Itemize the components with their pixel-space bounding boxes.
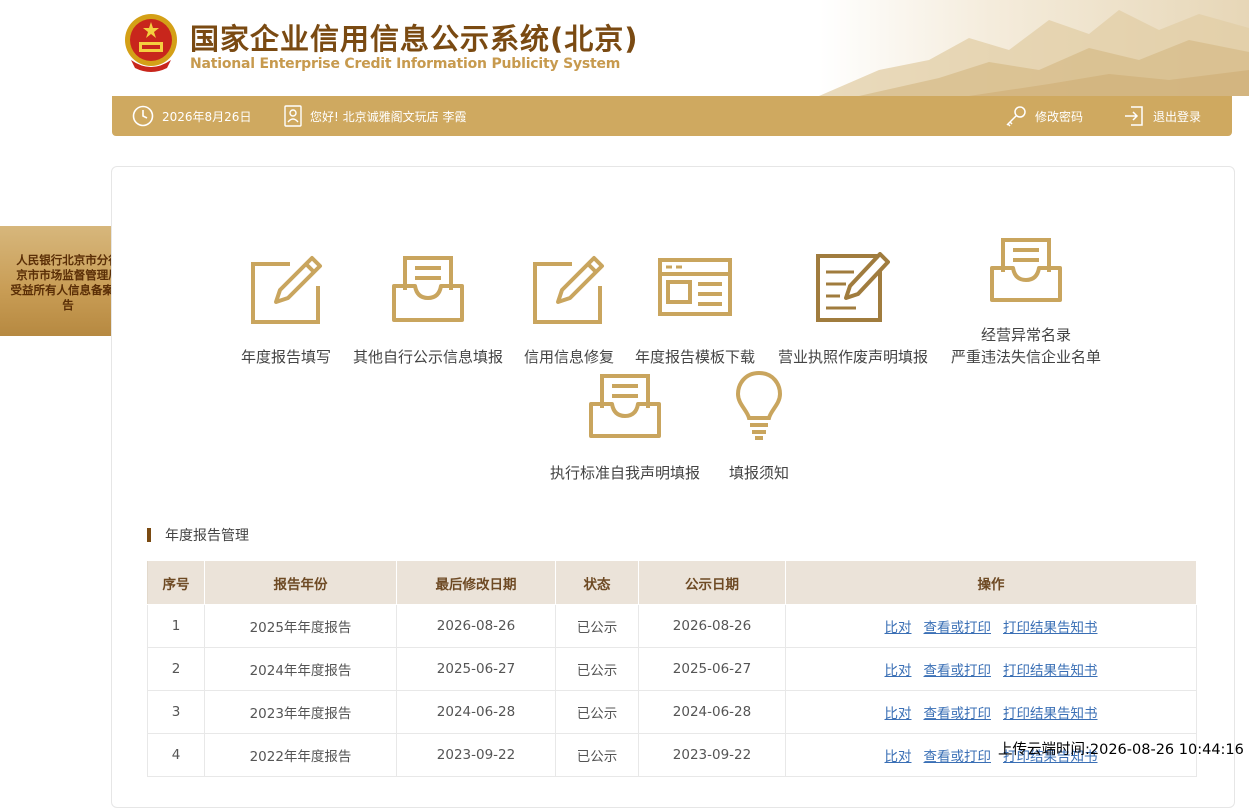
cell-status: 已公示 bbox=[555, 690, 639, 734]
cell-index: 2 bbox=[147, 647, 205, 691]
compare-link[interactable]: 比对 bbox=[885, 663, 912, 679]
current-date: 2026年8月26日 bbox=[162, 109, 252, 124]
logout-icon bbox=[1125, 106, 1143, 126]
tile-abnormal-list[interactable]: 经营异常名录 严重违法失信企业名单 bbox=[942, 232, 1110, 366]
cell-index: 4 bbox=[147, 733, 205, 777]
inbox-tray-icon bbox=[392, 256, 464, 322]
cell-actions: 比对 查看或打印 打印结果告知书 bbox=[785, 690, 1197, 734]
cell-publish-date: 2024-06-28 bbox=[638, 690, 786, 734]
clock-icon bbox=[132, 105, 154, 127]
cell-publish-date: 2025-06-27 bbox=[638, 647, 786, 691]
greeting-text: 您好! 北京诚雅阁文玩店 李霞 bbox=[310, 109, 467, 124]
cell-report-year: 2023年年度报告 bbox=[204, 690, 397, 734]
national-emblem-icon bbox=[121, 12, 181, 74]
tile-filing-notice[interactable]: 填报须知 bbox=[714, 368, 804, 483]
cell-last-modified: 2026-08-26 bbox=[396, 604, 556, 648]
col-index: 序号 bbox=[147, 560, 205, 605]
tile-other-publicity[interactable]: 其他自行公示信息填报 bbox=[343, 250, 513, 366]
user-card-icon bbox=[284, 105, 302, 127]
edit-form-icon bbox=[251, 256, 322, 324]
tile-label: 营业执照作废声明填报 bbox=[777, 348, 928, 366]
view-print-link[interactable]: 查看或打印 bbox=[924, 620, 992, 636]
cell-publish-date: 2026-08-26 bbox=[638, 604, 786, 648]
tile-standard-declaration[interactable]: 执行标准自我声明填报 bbox=[540, 368, 710, 483]
mountain-decoration bbox=[819, 0, 1249, 96]
cell-status: 已公示 bbox=[555, 647, 639, 691]
table-header-row: 序号 报告年份 最后修改日期 状态 公示日期 操作 bbox=[147, 560, 1197, 605]
upload-timestamp: 上传云端时间:2026-08-26 10:44:16 bbox=[998, 742, 1244, 758]
inbox-tray-icon bbox=[589, 374, 661, 438]
cell-report-year: 2022年年度报告 bbox=[204, 733, 397, 777]
cell-last-modified: 2025-06-27 bbox=[396, 647, 556, 691]
tile-label-secondary: 严重违法失信企业名单 bbox=[950, 348, 1101, 366]
tile-template-download[interactable]: 年度报告模板下载 bbox=[626, 250, 764, 366]
cell-actions: 比对 查看或打印 打印结果告知书 bbox=[785, 604, 1197, 648]
logout-button[interactable]: 退出登录 bbox=[1123, 96, 1201, 136]
section-title-text: 年度报告管理 bbox=[165, 528, 249, 544]
cell-last-modified: 2023-09-22 bbox=[396, 733, 556, 777]
col-status: 状态 bbox=[555, 560, 639, 605]
site-subtitle: National Enterprise Credit Information P… bbox=[190, 56, 621, 72]
tile-label: 年度报告填写 bbox=[240, 348, 331, 366]
top-toolbar: 2026年8月26日 您好! 北京诚雅阁文玩店 李霞 修改密码 退出登录 bbox=[112, 96, 1232, 136]
tile-label: 其他自行公示信息填报 bbox=[352, 348, 503, 366]
cell-status: 已公示 bbox=[555, 604, 639, 648]
site-title: 国家企业信用信息公示系统(北京) bbox=[190, 22, 639, 56]
cell-actions: 比对 查看或打印 打印结果告知书 bbox=[785, 647, 1197, 691]
compare-link[interactable]: 比对 bbox=[885, 706, 912, 722]
print-notice-link[interactable]: 打印结果告知书 bbox=[1003, 706, 1098, 722]
tile-annual-report-fill[interactable]: 年度报告填写 bbox=[232, 250, 340, 366]
change-password-label: 修改密码 bbox=[1035, 109, 1084, 124]
compare-link[interactable]: 比对 bbox=[885, 620, 912, 636]
col-actions: 操作 bbox=[785, 560, 1197, 605]
edit-form-icon bbox=[533, 256, 604, 324]
view-print-link[interactable]: 查看或打印 bbox=[924, 706, 992, 722]
tile-label: 经营异常名录 bbox=[980, 326, 1071, 344]
section-title: 年度报告管理 bbox=[147, 526, 249, 544]
tile-license-void[interactable]: 营业执照作废声明填报 bbox=[768, 250, 938, 366]
date-display: 2026年8月26日 bbox=[132, 96, 251, 136]
logout-label: 退出登录 bbox=[1153, 109, 1202, 124]
tile-label: 信用信息修复 bbox=[523, 348, 614, 366]
print-notice-link[interactable]: 打印结果告知书 bbox=[1003, 620, 1098, 636]
tile-label: 填报须知 bbox=[728, 464, 789, 482]
user-greeting: 您好! 北京诚雅阁文玩店 李霞 bbox=[284, 96, 466, 136]
cell-publish-date: 2023-09-22 bbox=[638, 733, 786, 777]
table-row: 2 2024年年度报告 2025-06-27 已公示 2025-06-27 比对… bbox=[147, 647, 1197, 691]
cell-status: 已公示 bbox=[555, 733, 639, 777]
change-password-button[interactable]: 修改密码 bbox=[1005, 96, 1083, 136]
edit-document-icon bbox=[816, 252, 890, 322]
table-row: 1 2025年年度报告 2026-08-26 已公示 2026-08-26 比对… bbox=[147, 604, 1197, 648]
table-row: 3 2023年年度报告 2024-06-28 已公示 2024-06-28 比对… bbox=[147, 690, 1197, 734]
template-window-icon bbox=[658, 258, 732, 316]
cell-last-modified: 2024-06-28 bbox=[396, 690, 556, 734]
col-report-year: 报告年份 bbox=[204, 560, 397, 605]
tile-label: 执行标准自我声明填报 bbox=[549, 464, 700, 482]
section-marker bbox=[147, 528, 151, 542]
tile-label: 年度报告模板下载 bbox=[634, 348, 755, 366]
inbox-tray-icon bbox=[990, 238, 1062, 302]
lightbulb-icon bbox=[735, 370, 783, 440]
col-last-modified: 最后修改日期 bbox=[396, 560, 556, 605]
view-print-link[interactable]: 查看或打印 bbox=[924, 663, 992, 679]
cell-index: 3 bbox=[147, 690, 205, 734]
print-notice-link[interactable]: 打印结果告知书 bbox=[1003, 663, 1098, 679]
cell-report-year: 2025年年度报告 bbox=[204, 604, 397, 648]
col-publish-date: 公示日期 bbox=[638, 560, 786, 605]
cell-index: 1 bbox=[147, 604, 205, 648]
site-header: 国家企业信用信息公示系统(北京) National Enterprise Cre… bbox=[0, 0, 1249, 96]
key-icon bbox=[1006, 106, 1026, 127]
cell-report-year: 2024年年度报告 bbox=[204, 647, 397, 691]
tile-credit-repair[interactable]: 信用信息修复 bbox=[516, 250, 622, 366]
